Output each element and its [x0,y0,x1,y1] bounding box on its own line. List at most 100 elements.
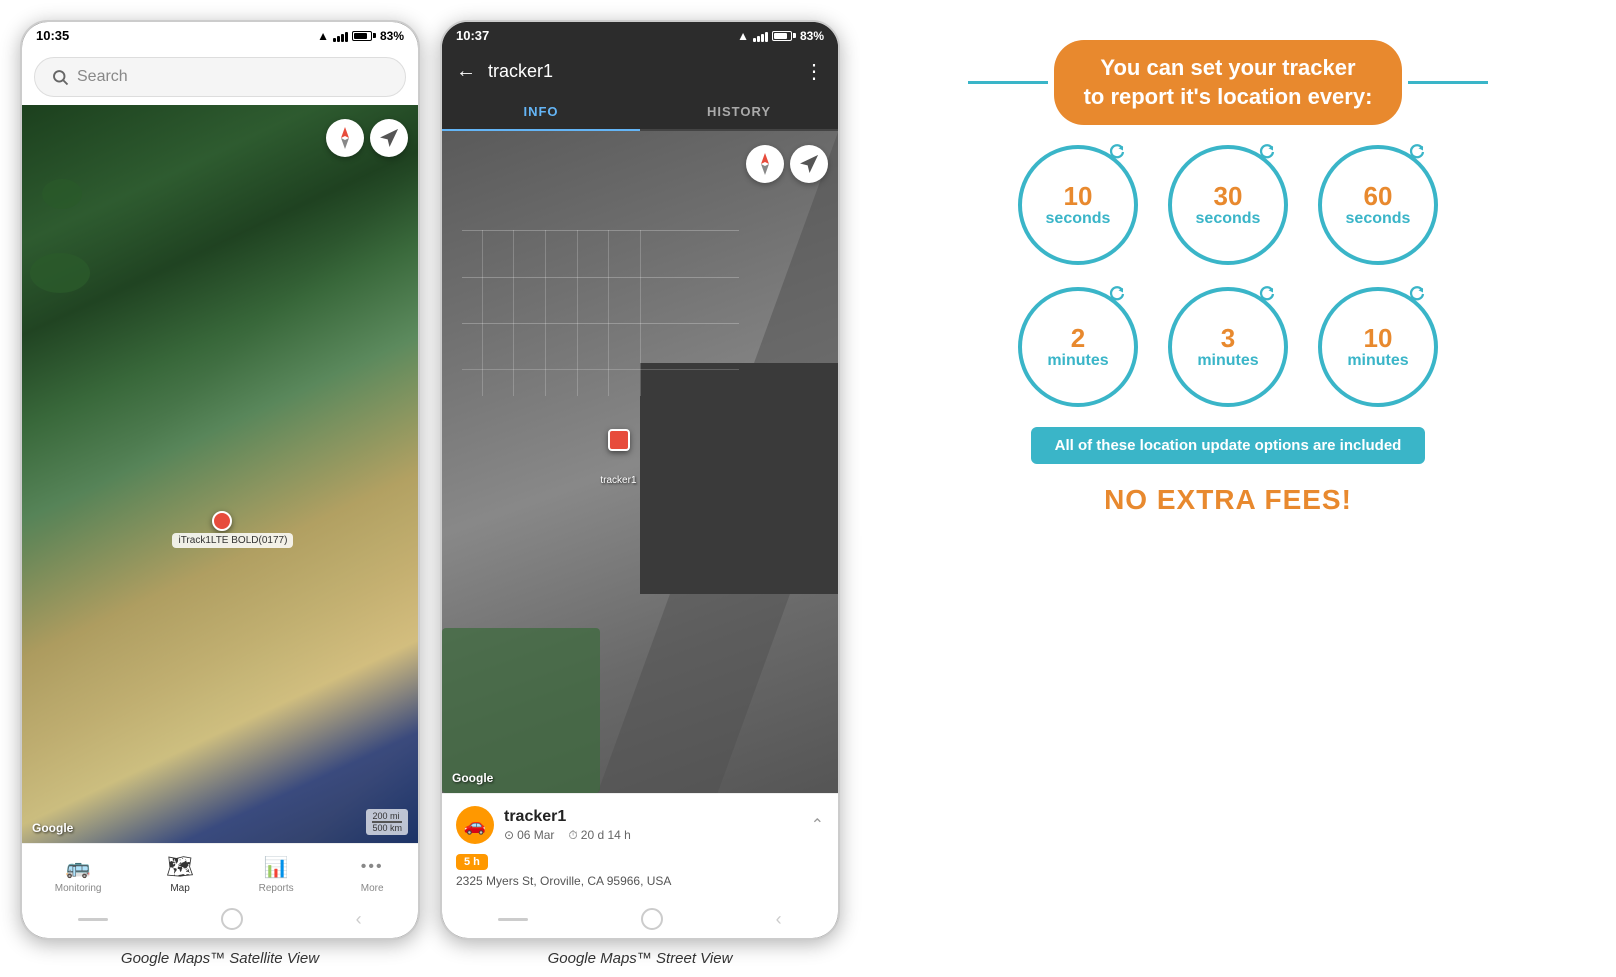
tracker-title: tracker1 [488,61,804,82]
nav-map-label: Map [170,883,189,894]
phone2-battery-icon [772,31,796,41]
tracker-info-details: tracker1 ⊙ 06 Mar ⏱ 20 d 14 h [504,808,631,843]
aerial-map-bg: tracker1 Google [442,131,838,793]
circle-10min-number: 10 [1364,325,1393,351]
phone1-map[interactable]: iTrack1LTE BOLD(0177) Google 200 mi 500 … [22,105,418,843]
gesture2-home-icon [641,908,663,930]
phone1-status-bar: 10:35 ▲ 83% [22,22,418,49]
phone1-compass[interactable] [326,119,364,157]
circle-10sec-unit: seconds [1046,209,1111,228]
phone1-caption: Google Maps™ Satellite View [121,940,319,977]
infographic-title-line2: to report it's location every: [1084,83,1373,112]
nav-more[interactable]: ••• More [359,854,385,894]
circle-arrow-2min [1108,285,1126,303]
included-text: All of these location update options are… [1055,437,1402,454]
circle-30sec: 30 seconds [1168,145,1288,265]
gesture-menu-icon [78,918,108,921]
circle-3min-number: 3 [1221,325,1235,351]
phone2-status-right: ▲ 83% [737,29,824,43]
phone1-signal-icon [333,30,348,42]
circles-grid: 10 seconds 30 seconds 60 [1018,145,1438,407]
search-input-box[interactable]: Search [34,57,406,97]
circle-60sec: 60 seconds [1318,145,1438,265]
phone2-caption: Google Maps™ Street View [548,940,733,977]
satellite-map-bg: iTrack1LTE BOLD(0177) Google 200 mi 500 … [22,105,418,843]
phone2-tabs: INFO HISTORY [442,94,838,131]
circle-2min: 2 minutes [1018,287,1138,407]
phone2-time: 10:37 [456,28,489,43]
circle-2min-unit: minutes [1047,351,1108,370]
tab-history[interactable]: HISTORY [640,94,838,129]
time-icon: ⏱ [568,828,577,843]
aerial-compass-icon [755,151,775,177]
circle-10min-unit: minutes [1347,351,1408,370]
search-placeholder: Search [77,68,128,86]
phone1-status-right: ▲ 83% [317,29,404,43]
more-icon: ••• [359,854,385,880]
tracker-duration: ⏱ 20 d 14 h [568,828,630,843]
circle-2min-number: 2 [1071,325,1085,351]
phone2-compass[interactable] [746,145,784,183]
circle-3min-unit: minutes [1197,351,1258,370]
no-fees-text: NO EXTRA FEES! [1104,484,1352,516]
circle-60sec-unit: seconds [1346,209,1411,228]
tracker-date: ⊙ 06 Mar [504,828,554,842]
included-banner: All of these location update options are… [1031,427,1426,464]
chevron-up-icon[interactable]: ⌃ [811,815,824,835]
phone1-wifi-icon: ▲ [317,29,329,43]
phone1-battery-icon [352,31,376,41]
phone2-navigate-btn[interactable] [790,145,828,183]
phone2-google-branding: Google [452,771,493,785]
aerial-car-marker [608,429,630,451]
phone2-wifi-icon: ▲ [737,29,749,43]
circle-arrow-10sec [1108,143,1126,161]
circle-10sec-number: 10 [1064,183,1093,209]
gesture-home-icon [221,908,243,930]
compass-icon [335,125,355,151]
infographic-title-box: You can set your tracker to report it's … [1054,40,1403,125]
infographic-panel: You can set your tracker to report it's … [860,20,1596,536]
phone1-time: 10:35 [36,28,69,43]
time-badge: 5 h [456,854,488,870]
tracker-car-icon: 🚗 [456,806,494,844]
phone1-google-branding: Google [32,821,73,835]
more-options-icon[interactable]: ⋮ [804,59,824,84]
circle-3min: 3 minutes [1168,287,1288,407]
tracker-meta: ⊙ 06 Mar ⏱ 20 d 14 h [504,828,631,843]
circle-arrow-30sec [1258,143,1276,161]
circle-arrow-3min [1258,285,1276,303]
nav-monitoring-label: Monitoring [55,883,102,894]
phone1-wrapper: 10:35 ▲ 83% [20,20,420,977]
info-header: 🚗 tracker1 ⊙ 06 Mar ⏱ 20 d 14 h [456,806,824,844]
phone1-gesture-bar: ‹ [22,900,418,938]
infographic-title-container: You can set your tracker to report it's … [968,40,1488,125]
circle-arrow-60sec [1408,143,1426,161]
nav-map[interactable]: 🗺 Map [167,854,193,894]
phone1-battery-pct: 83% [380,29,404,43]
search-icon [51,68,69,86]
circles-row-2: 2 minutes 3 minutes 10 [1018,287,1438,407]
monitoring-icon: 🚌 [65,854,91,880]
aerial-tracker-label: tracker1 [600,475,636,486]
gesture-back-icon: ‹ [356,909,362,930]
map-icon: 🗺 [167,854,193,880]
nav-monitoring[interactable]: 🚌 Monitoring [55,854,102,894]
circle-10min: 10 minutes [1318,287,1438,407]
phone2-aerial-map[interactable]: tracker1 Google [442,131,838,793]
circle-arrow-10min [1408,285,1426,303]
gesture2-menu-icon [498,918,528,921]
phone1-search-area: Search [22,49,418,105]
phone2-gesture-bar: ‹ [442,900,838,938]
tab-info[interactable]: INFO [442,94,640,131]
circle-10sec: 10 seconds [1018,145,1138,265]
phone2: 10:37 ▲ 83% [440,20,840,940]
circle-30sec-number: 30 [1214,183,1243,209]
circles-row-1: 10 seconds 30 seconds 60 [1018,145,1438,265]
nav-reports[interactable]: 📊 Reports [259,854,294,894]
phone2-wrapper: 10:37 ▲ 83% [440,20,840,977]
circle-30sec-unit: seconds [1196,209,1261,228]
phone1-navigate-btn[interactable] [370,119,408,157]
phone1: 10:35 ▲ 83% [20,20,420,940]
back-arrow-icon[interactable]: ← [456,60,476,83]
nav-reports-label: Reports [259,883,294,894]
